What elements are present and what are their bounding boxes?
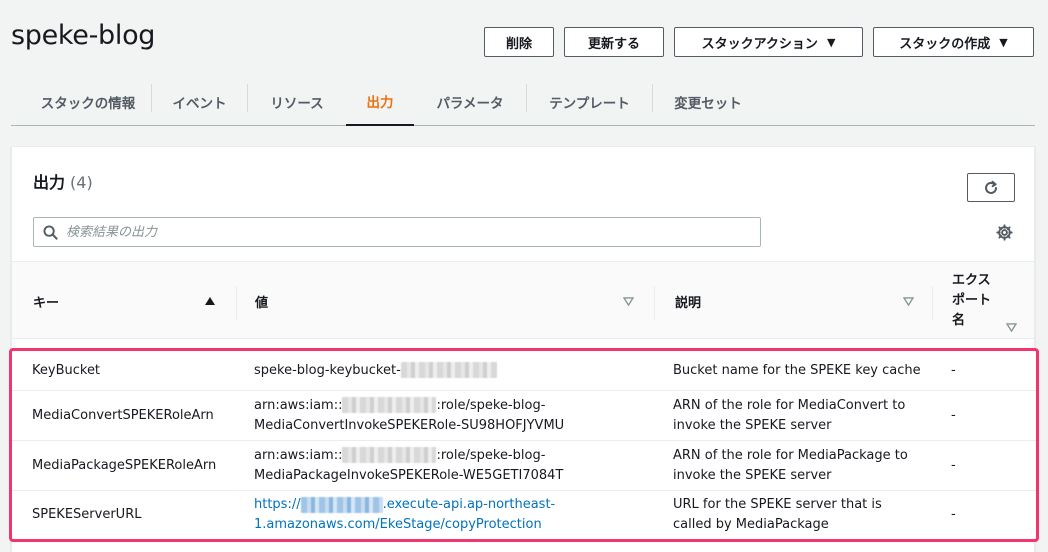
table-row: SPEKEServerURL https:// .execute-api.ap-n…	[12, 491, 1036, 539]
server-url-link[interactable]: 1.amazonaws.com/EkeStage/copyProtection	[254, 517, 542, 532]
output-export-name: -	[951, 407, 956, 423]
tab-stack-info[interactable]: スタックの情報	[25, 78, 151, 125]
delete-button[interactable]: 削除	[484, 27, 554, 57]
output-description: URL for the SPEKE server that is called …	[673, 491, 933, 539]
tab-resources[interactable]: リソース	[248, 78, 346, 125]
tab-parameters[interactable]: パラメータ	[414, 78, 526, 125]
column-value-label: 値	[255, 295, 269, 311]
search-input[interactable]	[66, 218, 756, 246]
output-value: arn:aws:iam:::role/speke-blog- MediaConv…	[254, 391, 654, 440]
column-divider	[654, 286, 655, 320]
output-value: https:// .execute-api.ap-northeast- 1.ama…	[254, 491, 654, 539]
value-text: :role/speke-blog-	[436, 397, 546, 413]
description-text: ARN of the role for MediaConvert to	[673, 397, 906, 413]
search-icon	[43, 225, 58, 240]
description-text: invoke the SPEKE server	[673, 467, 832, 483]
column-export-label: ポート	[952, 293, 992, 308]
outputs-table-body: KeyBucket speke-blog-keybucket- Bucket n…	[9, 348, 1039, 542]
search-field	[33, 217, 761, 247]
caret-down-icon: ▼	[826, 35, 836, 49]
description-text: URL for the SPEKE server that is	[673, 497, 882, 512]
update-button[interactable]: 更新する	[564, 27, 664, 57]
stack-actions-label: スタックアクション	[701, 36, 818, 52]
table-row: MediaPackageSPEKERoleArn arn:aws:iam:::r…	[12, 441, 1036, 491]
column-divider	[236, 286, 237, 320]
value-text: :role/speke-blog-	[436, 447, 546, 463]
tab-change-sets[interactable]: 変更セット	[653, 78, 763, 125]
create-stack-dropdown[interactable]: スタックの作成 ▼	[873, 27, 1034, 57]
panel-title-text: 出力	[33, 173, 66, 192]
description-text: invoke the SPEKE server	[673, 417, 832, 433]
link-text: .execute-api.ap-northeast-	[382, 497, 556, 512]
output-export-name: -	[951, 362, 956, 378]
sort-ascending-icon[interactable]	[204, 296, 216, 306]
column-header-value[interactable]: 値	[255, 262, 555, 340]
panel-title: 出力 (4)	[33, 169, 93, 193]
table-row: MediaConvertSPEKERoleArn arn:aws:iam:::r…	[12, 391, 1036, 441]
value-text: arn:aws:iam::	[254, 397, 343, 413]
server-url-link[interactable]: https:// .execute-api.ap-northeast-	[254, 496, 556, 513]
refresh-icon	[985, 180, 997, 194]
sort-icon[interactable]	[623, 297, 634, 306]
output-export-name: -	[951, 507, 956, 522]
value-text: MediaPackageInvokeSPEKERole-WE5GETI7084T	[254, 467, 564, 483]
output-value: arn:aws:iam:::role/speke-blog- MediaPack…	[254, 441, 654, 490]
table-header: キー 値 説明 エクス ポート 名	[12, 261, 1034, 339]
redacted-account-id	[342, 397, 437, 413]
output-key: KeyBucket	[32, 362, 101, 378]
redacted-id	[400, 362, 497, 378]
tab-template[interactable]: テンプレート	[527, 78, 652, 125]
output-export-name: -	[951, 457, 956, 473]
column-key-label: キー	[33, 295, 60, 311]
page-title: speke-blog	[11, 20, 156, 51]
column-header-description[interactable]: 説明	[675, 262, 875, 340]
preferences-button[interactable]	[996, 224, 1013, 245]
description-text: ARN of the role for MediaPackage to	[673, 447, 908, 463]
stack-actions-dropdown[interactable]: スタックアクション ▼	[674, 27, 863, 57]
value-text: speke-blog-keybucket-	[254, 362, 401, 378]
output-key: MediaPackageSPEKERoleArn	[32, 457, 217, 473]
value-text: MediaConvertInvokeSPEKERole-SU98HOFJYVMU	[254, 417, 565, 433]
description-text: Bucket name for the SPEKE key cache	[673, 362, 921, 378]
output-key: SPEKEServerURL	[32, 507, 142, 522]
sort-icon[interactable]	[1006, 323, 1017, 332]
outputs-count: (4)	[70, 173, 93, 192]
table-row: KeyBucket speke-blog-keybucket- Bucket n…	[12, 351, 1036, 391]
output-description: ARN of the role for MediaPackage to invo…	[673, 441, 933, 490]
tab-events[interactable]: イベント	[152, 78, 247, 125]
column-divider	[932, 286, 933, 320]
create-stack-label: スタックの作成	[899, 36, 991, 52]
caret-down-icon: ▼	[999, 35, 1008, 49]
redacted-api-id	[300, 496, 383, 513]
output-description: Bucket name for the SPEKE key cache	[673, 351, 933, 390]
column-header-key[interactable]: キー	[33, 262, 233, 340]
column-description-label: 説明	[675, 295, 702, 311]
value-text: arn:aws:iam::	[254, 447, 343, 463]
column-export-label: エクス	[952, 273, 991, 288]
link-text: https://	[254, 497, 301, 512]
output-value: speke-blog-keybucket-	[254, 351, 654, 390]
description-text: called by MediaPackage	[673, 517, 829, 532]
output-description: ARN of the role for MediaConvert to invo…	[673, 391, 933, 440]
column-header-export-name[interactable]: エクス ポート 名	[952, 262, 1002, 340]
tab-outputs[interactable]: 出力	[346, 78, 414, 126]
redacted-account-id	[342, 447, 437, 463]
stack-tabs: スタックの情報 イベント リソース 出力 パラメータ テンプレート 変更セット	[11, 78, 1035, 126]
sort-icon[interactable]	[903, 297, 914, 306]
column-export-label: 名	[952, 313, 966, 328]
output-key: MediaConvertSPEKERoleArn	[32, 407, 214, 423]
refresh-button[interactable]	[967, 173, 1015, 202]
gear-icon	[996, 224, 1013, 241]
